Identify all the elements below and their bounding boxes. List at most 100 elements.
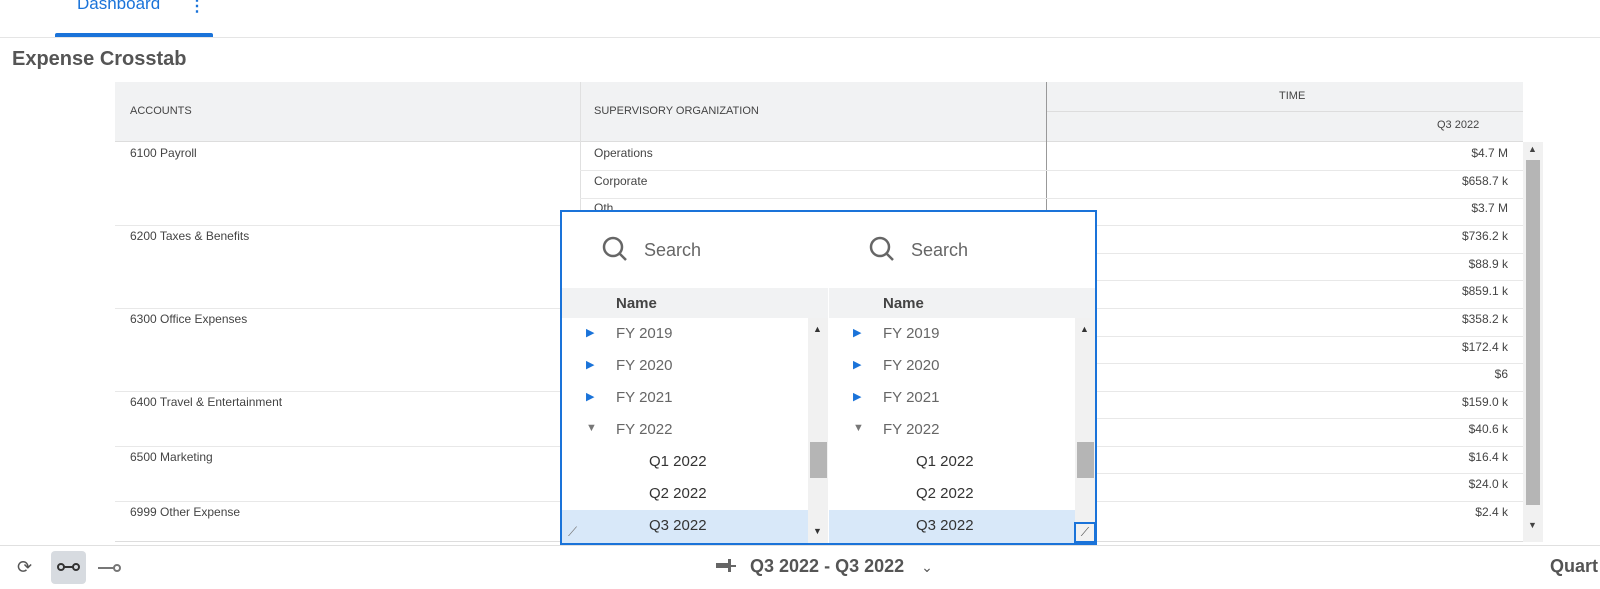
scroll-down-icon[interactable]: ▼ bbox=[813, 526, 822, 536]
org-cell: Corporate bbox=[594, 174, 648, 188]
grid-vertical-scrollbar[interactable]: ▲ ▼ bbox=[1523, 142, 1543, 542]
header-accounts[interactable]: ACCOUNTS bbox=[130, 105, 192, 117]
resize-handle-icon[interactable]: ⟋ bbox=[568, 524, 577, 540]
value-cell: $4.7 M bbox=[1471, 146, 1508, 160]
refresh-icon[interactable]: ⟳ bbox=[17, 557, 32, 578]
list-item[interactable]: ▶ FY 2020 bbox=[562, 350, 808, 382]
row-divider bbox=[1046, 225, 1523, 226]
kebab-menu-icon[interactable]: ⋮ bbox=[189, 0, 205, 16]
collapse-icon[interactable]: ▼ bbox=[586, 422, 597, 434]
start-period-list: Search Name ▶ FY 2019 ▶ FY 2020 ▶ FY 2021 ▼… bbox=[562, 212, 828, 543]
list-item[interactable]: Q1 2022 bbox=[562, 446, 808, 478]
account-cell: 6500 Marketing bbox=[130, 450, 213, 464]
expand-icon[interactable]: ▶ bbox=[853, 326, 861, 339]
list-item[interactable]: Q2 2022 bbox=[562, 478, 808, 510]
bottom-toolbar: ⟳ Q3 2022 - Q3 2022 ⌄ Quart bbox=[0, 545, 1600, 588]
value-cell: $40.6 k bbox=[1468, 422, 1508, 436]
resize-corner-icon[interactable]: ⟋ bbox=[1074, 522, 1096, 543]
row-divider bbox=[1046, 473, 1523, 474]
list-item[interactable]: ▶ FY 2021 bbox=[829, 382, 1075, 414]
value-cell: $172.4 k bbox=[1461, 340, 1508, 354]
row-divider bbox=[580, 170, 1046, 171]
search-placeholder: Search bbox=[911, 240, 969, 260]
list-item[interactable]: Q2 2022 bbox=[829, 478, 1075, 510]
name-header-label: Name bbox=[616, 295, 657, 312]
period-range-selector[interactable]: Q3 2022 - Q3 2022 ⌄ bbox=[715, 556, 933, 577]
scrollbar-thumb[interactable] bbox=[1077, 442, 1094, 478]
scroll-up-icon[interactable]: ▲ bbox=[1080, 324, 1089, 334]
granularity-label[interactable]: Quart bbox=[1550, 556, 1598, 577]
header-divider bbox=[1046, 111, 1523, 112]
list-scrollbar[interactable]: ▲ bbox=[1075, 318, 1095, 543]
name-column-header: Name bbox=[829, 288, 1095, 318]
org-cell: Operations bbox=[594, 146, 653, 160]
collapse-icon[interactable]: ▼ bbox=[853, 422, 864, 434]
value-cell: $736.2 k bbox=[1461, 229, 1508, 243]
list-item[interactable]: ▶ FY 2021 bbox=[562, 382, 808, 414]
chevron-down-icon: ⌄ bbox=[921, 559, 933, 575]
value-cell: $24.0 k bbox=[1468, 477, 1508, 491]
value-cell: $358.2 k bbox=[1461, 312, 1508, 326]
value-cell: $88.9 k bbox=[1468, 257, 1508, 271]
row-divider bbox=[1046, 391, 1523, 392]
list-item[interactable]: ▼ FY 2022 bbox=[829, 414, 1075, 446]
header-period[interactable]: Q3 2022 bbox=[1437, 119, 1479, 131]
list-item[interactable]: ▶ FY 2019 bbox=[562, 318, 808, 350]
name-column-header: Name bbox=[562, 288, 828, 318]
list-item-selected[interactable]: Q3 2022 bbox=[829, 510, 1075, 543]
row-divider bbox=[1046, 308, 1523, 309]
row-divider bbox=[1046, 446, 1523, 447]
value-cell: $859.1 k bbox=[1461, 284, 1508, 298]
single-point-button[interactable] bbox=[96, 552, 122, 587]
end-search-field[interactable]: Search bbox=[869, 232, 1069, 272]
account-cell: 6300 Office Expenses bbox=[130, 312, 248, 326]
list-scrollbar[interactable]: ▲ ▼ bbox=[808, 318, 828, 543]
list-item[interactable]: Q1 2022 bbox=[829, 446, 1075, 478]
expand-icon[interactable]: ▶ bbox=[586, 358, 594, 371]
scroll-up-icon[interactable]: ▲ bbox=[813, 324, 822, 334]
header-supervisory-organization[interactable]: SUPERVISORY ORGANIZATION bbox=[594, 105, 759, 117]
row-divider bbox=[115, 501, 580, 502]
start-search-field[interactable]: Search bbox=[602, 232, 802, 272]
row-divider bbox=[115, 446, 580, 447]
single-point-icon bbox=[98, 564, 121, 572]
grid-header: ACCOUNTS SUPERVISORY ORGANIZATION TIME Q… bbox=[115, 82, 1523, 142]
row-divider bbox=[1046, 253, 1523, 254]
row-divider bbox=[1046, 198, 1523, 199]
scrollbar-thumb[interactable] bbox=[810, 442, 827, 478]
tab-dashboard[interactable]: Dashboard ⋮ bbox=[55, 0, 213, 37]
expand-icon[interactable]: ▶ bbox=[853, 358, 861, 371]
row-divider bbox=[1046, 170, 1523, 171]
search-icon bbox=[602, 236, 627, 261]
scrollbar-thumb[interactable] bbox=[1526, 160, 1540, 505]
expand-icon[interactable]: ▶ bbox=[853, 390, 861, 403]
list-item[interactable]: ▶ FY 2020 bbox=[829, 350, 1075, 382]
value-cell: $2.4 k bbox=[1475, 505, 1508, 519]
value-cell: $3.7 M bbox=[1471, 201, 1508, 215]
period-picker-popup: Search Name ▶ FY 2019 ▶ FY 2020 ▶ FY 2021 ▼… bbox=[560, 210, 1097, 545]
range-slider-icon bbox=[716, 559, 736, 572]
row-divider bbox=[1046, 418, 1523, 419]
search-placeholder: Search bbox=[644, 240, 702, 260]
period-range-label: Q3 2022 - Q3 2022 bbox=[750, 556, 905, 576]
end-period-list: Search Name ▶ FY 2019 ▶ FY 2020 ▶ FY 2021 ▼… bbox=[829, 212, 1095, 543]
account-cell: 6200 Taxes & Benefits bbox=[130, 229, 250, 243]
value-cell: $658.7 k bbox=[1461, 174, 1508, 188]
row-divider bbox=[1046, 280, 1523, 281]
expand-icon[interactable]: ▶ bbox=[586, 390, 594, 403]
range-link-button[interactable] bbox=[51, 551, 86, 584]
value-cell: $16.4 k bbox=[1468, 450, 1508, 464]
link-range-icon bbox=[57, 563, 80, 571]
list-item-selected[interactable]: Q3 2022 bbox=[562, 510, 808, 543]
page-title: Expense Crosstab bbox=[12, 48, 187, 70]
header-time[interactable]: TIME bbox=[1279, 90, 1305, 102]
value-cell: $159.0 k bbox=[1461, 395, 1508, 409]
list-item[interactable]: ▼ FY 2022 bbox=[562, 414, 808, 446]
account-cell: 6100 Payroll bbox=[130, 146, 197, 160]
scroll-down-icon[interactable]: ▼ bbox=[1528, 520, 1537, 530]
list-item[interactable]: ▶ FY 2019 bbox=[829, 318, 1075, 350]
row-divider bbox=[115, 225, 580, 226]
active-tab-indicator bbox=[55, 33, 213, 37]
scroll-up-icon[interactable]: ▲ bbox=[1528, 144, 1537, 154]
expand-icon[interactable]: ▶ bbox=[586, 326, 594, 339]
